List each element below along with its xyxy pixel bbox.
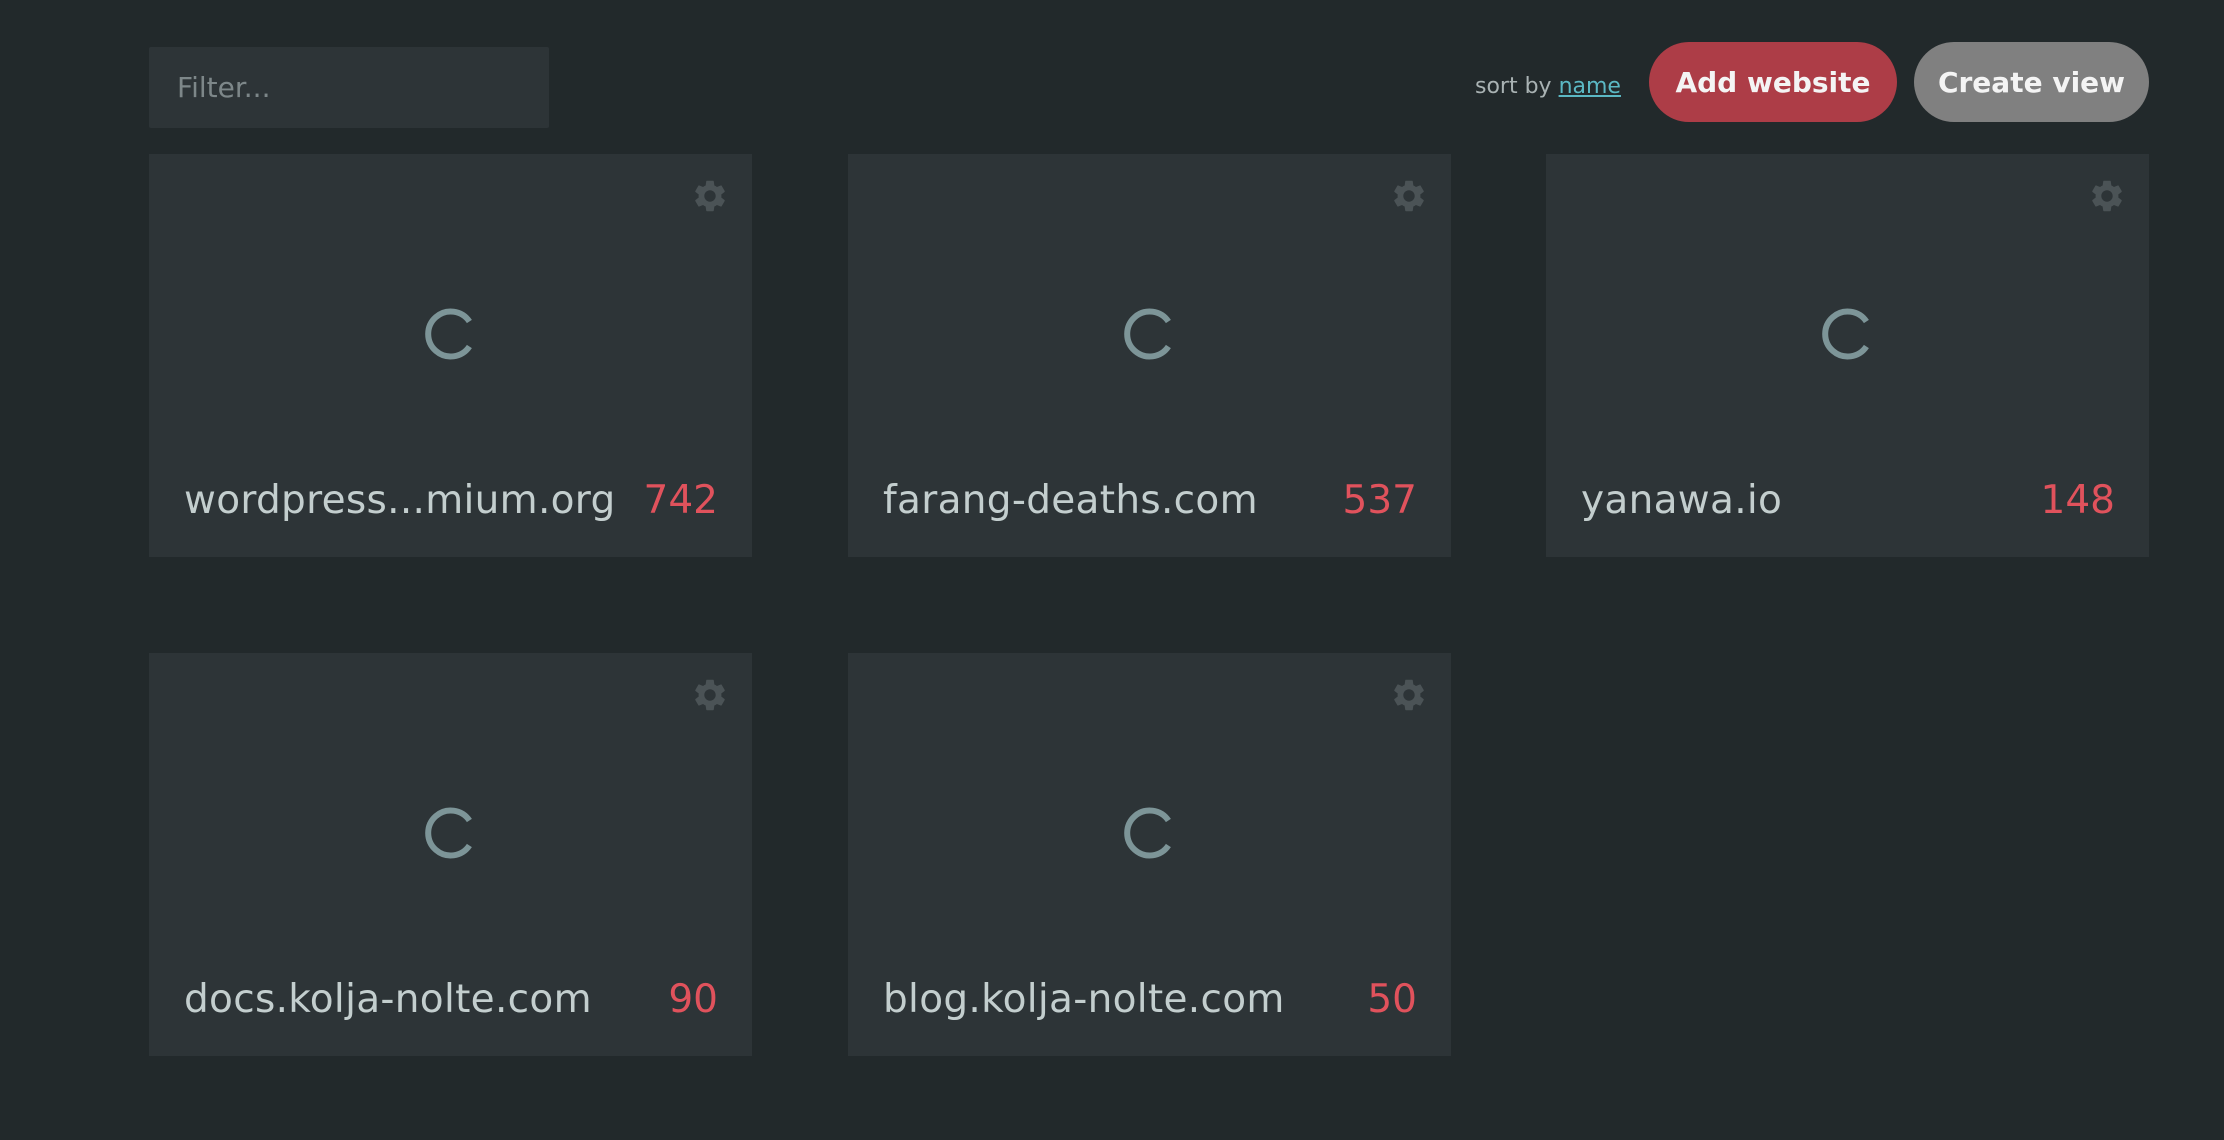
loading-spinner-icon (1123, 308, 1171, 360)
sort-by-label: sort by (1475, 74, 1552, 99)
sort-control: sort by name (1475, 74, 1621, 99)
add-website-button[interactable]: Add website (1649, 42, 1897, 122)
gear-icon[interactable] (1390, 676, 1428, 714)
website-card[interactable]: wordpress...mium.org 742 (149, 154, 752, 557)
loading-spinner-icon (424, 308, 472, 360)
loading-spinner-icon (1123, 807, 1171, 859)
loading-spinner-icon (1821, 308, 1869, 360)
gear-icon[interactable] (691, 177, 729, 215)
visit-count: 50 (1367, 977, 1417, 1022)
site-name[interactable]: docs.kolja-nolte.com (184, 977, 592, 1022)
visit-count: 742 (643, 478, 718, 523)
site-name[interactable]: yanawa.io (1581, 478, 1782, 523)
gear-icon[interactable] (1390, 177, 1428, 215)
gear-icon[interactable] (691, 676, 729, 714)
site-name[interactable]: wordpress...mium.org (184, 478, 616, 523)
website-card[interactable]: docs.kolja-nolte.com 90 (149, 653, 752, 1056)
create-view-button[interactable]: Create view (1914, 42, 2149, 122)
loading-spinner-icon (424, 807, 472, 859)
website-card[interactable]: yanawa.io 148 (1546, 154, 2149, 557)
site-name[interactable]: farang-deaths.com (883, 478, 1258, 523)
website-card[interactable]: farang-deaths.com 537 (848, 154, 1451, 557)
visit-count: 90 (668, 977, 718, 1022)
sort-field-link[interactable]: name (1559, 74, 1621, 99)
site-name[interactable]: blog.kolja-nolte.com (883, 977, 1285, 1022)
filter-input[interactable] (149, 47, 549, 128)
gear-icon[interactable] (2088, 177, 2126, 215)
website-card[interactable]: blog.kolja-nolte.com 50 (848, 653, 1451, 1056)
visit-count: 148 (2040, 478, 2115, 523)
visit-count: 537 (1342, 478, 1417, 523)
